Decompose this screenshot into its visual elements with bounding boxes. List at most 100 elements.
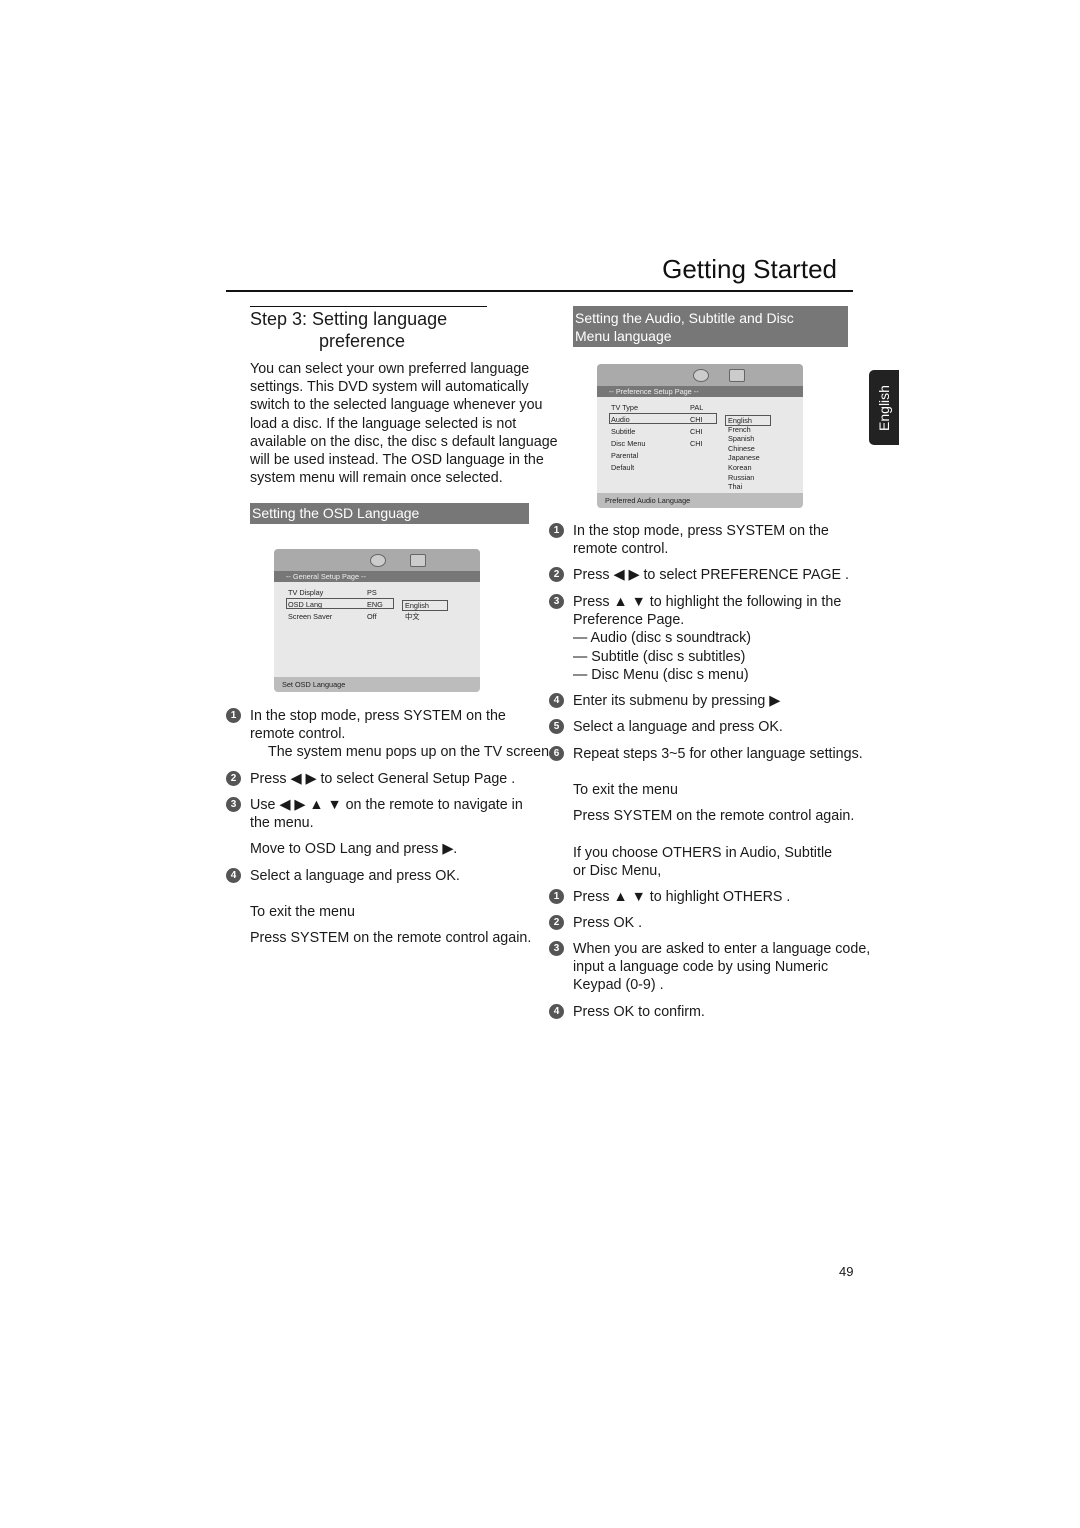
page-number: 49	[839, 1264, 854, 1279]
instruction-step: To exit the menu	[573, 781, 883, 799]
menu-row-value: Off	[367, 612, 377, 621]
menu-row-value: PAL	[690, 403, 704, 412]
screen-icon	[729, 369, 745, 382]
step-line: — Subtitle (disc s subtitles)	[573, 648, 746, 665]
step-number-icon: 4	[549, 693, 564, 708]
step-number-icon: 1	[226, 708, 241, 723]
menu-footer: Preferred Audio Language	[597, 493, 803, 508]
step-line: Press SYSTEM on the remote control again…	[250, 930, 532, 946]
step-heading-line2: preference	[319, 331, 406, 351]
step-line: To exit the menu	[250, 904, 355, 920]
instruction-step: Move to OSD Lang and press ▶.	[250, 840, 560, 858]
step-number-icon: 1	[549, 889, 564, 904]
step-line: remote control.	[250, 726, 346, 743]
step-line: Press ▲ ▼ to highlight OTHERS .	[573, 889, 791, 905]
section-title-line2: Menu language	[575, 328, 672, 344]
intro-line: available on the disc, the disc s defaul…	[250, 433, 558, 450]
step-line: or Disc Menu,	[573, 863, 662, 880]
menu-language-option: Korean	[728, 463, 752, 472]
menu-language-option: Chinese	[728, 443, 755, 453]
step-number-icon: 3	[226, 797, 241, 812]
step-line: In the stop mode, press SYSTEM on the	[573, 523, 829, 539]
step-line: Use ◀ ▶ ▲ ▼ on the remote to navigate in	[250, 797, 523, 813]
intro-paragraph: You can select your own preferred langua…	[250, 360, 570, 487]
step-line: Preference Page.	[573, 612, 685, 629]
step-line: Keypad (0-9) .	[573, 977, 664, 994]
instruction-step: 3 Use ◀ ▶ ▲ ▼ on the remote to navigate i…	[226, 796, 560, 832]
header-rule	[226, 290, 853, 292]
instruction-step: 1 Press ▲ ▼ to highlight OTHERS .	[549, 888, 883, 906]
menu-language-option: French	[728, 424, 751, 434]
step-number-icon: 3	[549, 941, 564, 956]
step-line: Press ◀ ▶ to select PREFERENCE PAGE .	[573, 567, 849, 583]
language-tab: English	[869, 370, 899, 445]
disc-icon	[693, 369, 709, 382]
screen-icon	[410, 554, 426, 567]
step-line: the menu.	[250, 815, 314, 832]
step-line: The system menu pops up on the TV screen…	[268, 744, 554, 760]
step-line: Press OK to confirm.	[573, 1004, 705, 1020]
instruction-step: 4 Press OK to confirm.	[549, 1003, 883, 1021]
intro-line: switch to the selected language whenever…	[250, 397, 543, 414]
instruction-step: 5 Select a language and press OK.	[549, 718, 883, 736]
manual-page: Getting Started English Step 3: Setting …	[0, 0, 1080, 1528]
language-tab-label: English	[876, 384, 892, 431]
instruction-step: 2 Press OK .	[549, 914, 883, 932]
step-line: When you are asked to enter a language c…	[573, 941, 871, 957]
step-line: Repeat steps 3~5 for other language sett…	[573, 746, 863, 762]
step-line: — Audio (disc s soundtrack)	[573, 630, 751, 647]
menu-row-label: Subtitle	[611, 427, 636, 436]
instruction-step: 6 Repeat steps 3~5 for other language set…	[549, 745, 883, 763]
menu-language-option: Thai	[728, 482, 743, 492]
step-line: Press OK .	[573, 915, 643, 931]
step-line: If you choose OTHERS in Audio, Subtitle	[573, 845, 833, 861]
step-number-icon: 2	[226, 771, 241, 786]
instruction-step: 2 Press ◀ ▶ to select PREFERENCE PAGE .	[549, 566, 883, 584]
disc-icon	[370, 554, 386, 567]
step-number-icon: 6	[549, 746, 564, 761]
intro-line: You can select your own preferred langua…	[250, 361, 530, 377]
step-heading: Step 3: Setting language	[250, 309, 448, 329]
menu-language-option: Japanese	[728, 453, 760, 463]
step-line: Press SYSTEM on the remote control again…	[573, 808, 855, 824]
instruction-step: Press SYSTEM on the remote control again…	[573, 807, 883, 825]
menu-row-highlight	[286, 598, 394, 609]
menu-page-title: -- Preference Setup Page --	[597, 386, 803, 397]
menu-row-label: Disc Menu	[611, 439, 646, 448]
instruction-step: 3 When you are asked to enter a language …	[549, 940, 883, 995]
menu-row-value: CHI	[690, 439, 703, 448]
audio-section-title: Setting the Audio, Subtitle and Disc Men…	[573, 306, 848, 347]
instruction-step: Press SYSTEM on the remote control again…	[250, 929, 560, 947]
instruction-step: To exit the menu	[250, 903, 560, 921]
osd-section-title: Setting the OSD Language	[250, 503, 529, 524]
instruction-step: 4 Enter its submenu by pressing ▶	[549, 692, 883, 710]
menu-row-value: PS	[367, 588, 377, 597]
instruction-step: 3 Press ▲ ▼ to highlight the following in…	[549, 593, 883, 684]
step-line: Press ▲ ▼ to highlight the following in …	[573, 594, 842, 610]
menu-row-highlight	[609, 413, 717, 424]
menu-language-option: Spanish	[728, 434, 755, 444]
step-line: input a language code by using Numeric	[573, 959, 829, 976]
instruction-step: 1 In the stop mode, press SYSTEM on the re…	[226, 707, 560, 743]
section-title-line1: Setting the Audio, Subtitle and Disc	[575, 310, 794, 326]
intro-line: will be used instead. The OSD language i…	[250, 452, 544, 469]
instruction-step: The system menu pops up on the TV screen…	[268, 743, 578, 761]
menu-row-value: CHI	[690, 427, 703, 436]
intro-line: load a disc. If the language selected is…	[250, 415, 517, 432]
intro-line: system menu will remain once selected.	[250, 470, 503, 487]
step-number-icon: 2	[549, 915, 564, 930]
instruction-step: If you choose OTHERS in Audio, Subtitle o…	[573, 844, 883, 880]
step-line: remote control.	[573, 541, 669, 558]
step-line: — Disc Menu (disc s menu)	[573, 666, 749, 683]
step-number-icon: 5	[549, 719, 564, 734]
step-rule	[250, 306, 487, 307]
instruction-step: 1 In the stop mode, press SYSTEM on the re…	[549, 522, 883, 558]
step-number-icon: 2	[549, 567, 564, 582]
intro-line: settings. This DVD system will automatic…	[250, 379, 529, 396]
menu-language-option: Russian	[728, 472, 755, 482]
menu-page-title: -- General Setup Page --	[274, 571, 480, 582]
step-line: In the stop mode, press SYSTEM on the	[250, 708, 506, 724]
instruction-step: 2 Press ◀ ▶ to select General Setup Page …	[226, 770, 560, 788]
menu-row-label: Default	[611, 463, 635, 472]
step-line: Select a language and press OK.	[250, 868, 460, 884]
